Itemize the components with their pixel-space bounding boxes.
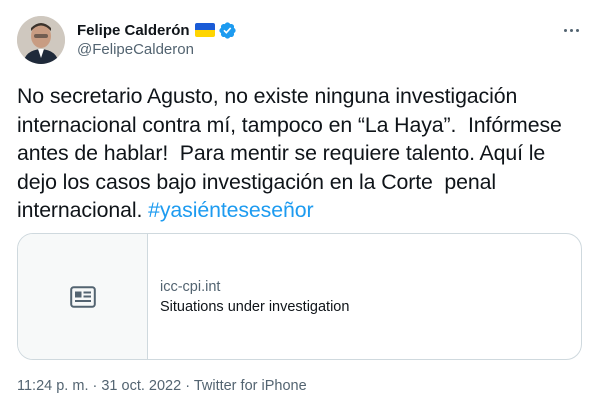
avatar[interactable] — [17, 16, 65, 64]
tweet-text: No secretario Agusto, no existe ninguna … — [17, 82, 585, 225]
card-title: Situations under investigation — [160, 298, 350, 315]
author-handle[interactable]: @FelipeCalderon — [77, 41, 194, 58]
meta-separator: · — [181, 378, 194, 394]
card-body: icc-cpi.int Situations under investigati… — [148, 234, 349, 359]
tweet-date[interactable]: 31 oct. 2022 — [101, 378, 181, 394]
card-thumbnail — [18, 234, 148, 359]
verified-badge-icon — [218, 21, 236, 39]
tweet-source: Twitter for iPhone — [193, 378, 307, 394]
tweet-time[interactable]: 11:24 p. m. — [17, 378, 88, 394]
author-display-name[interactable]: Felipe Calderón — [77, 22, 190, 39]
hashtag-link[interactable]: #yasiénteseseñor — [148, 198, 313, 222]
ukraine-flag-icon — [194, 23, 215, 37]
link-card[interactable]: icc-cpi.int Situations under investigati… — [17, 233, 582, 360]
article-icon — [69, 285, 96, 308]
meta-separator: · — [88, 378, 102, 394]
tweet: Felipe Calderón @FelipeCalderon No secre… — [0, 0, 599, 414]
tweet-meta: 11:24 p. m. · 31 oct. 2022 · Twitter for… — [17, 378, 307, 394]
more-options-icon[interactable] — [559, 18, 583, 42]
card-domain: icc-cpi.int — [160, 278, 221, 295]
author-name-row: Felipe Calderón — [77, 20, 237, 40]
